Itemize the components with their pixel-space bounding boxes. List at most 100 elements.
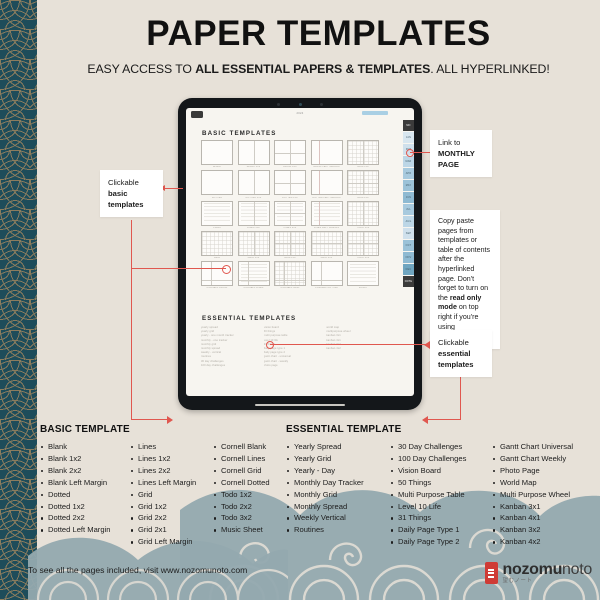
month-tab-nov[interactable]: NOV bbox=[403, 252, 414, 263]
month-tab-jul[interactable]: JUL bbox=[403, 204, 414, 215]
template-thumb-cell[interactable]: BLANK bbox=[201, 140, 233, 168]
template-thumb-row: GRID GRID 1X2 GRID 2X2 GRID 2X1 TODO 2X2 bbox=[201, 230, 379, 260]
callout-clickable-essential: Clickable essential templates bbox=[430, 330, 492, 377]
index-list-item: Grid Left Margin bbox=[130, 536, 213, 548]
template-thumb-cell[interactable]: CORNELL GRID bbox=[274, 261, 306, 289]
template-thumbnail[interactable] bbox=[237, 170, 270, 196]
essential-link-item[interactable]: photo page bbox=[264, 364, 317, 368]
template-thumb-cell[interactable]: BLANK LEFT MARGIN bbox=[310, 140, 343, 169]
template-thumbnail[interactable] bbox=[274, 200, 306, 226]
month-tab-note[interactable]: NOTE bbox=[403, 276, 414, 287]
month-tab-dec[interactable]: DEC bbox=[403, 264, 414, 275]
template-thumb-cell[interactable]: GRID 1X2 bbox=[347, 140, 379, 168]
template-thumb-label: BLANK 1X2 bbox=[246, 166, 261, 169]
template-thumb-cell[interactable]: GRID 2X2 bbox=[347, 170, 379, 199]
template-thumbnail[interactable] bbox=[201, 200, 233, 226]
basic-templates-heading: BASIC TEMPLATES bbox=[202, 130, 277, 137]
index-list-item: Kanban 3x2 bbox=[492, 524, 596, 536]
template-thumb-cell[interactable]: GRID bbox=[201, 230, 233, 260]
brand-subtitle-japanese: 望むノート bbox=[502, 578, 533, 584]
template-thumb-cell[interactable]: GRID 2X1 bbox=[310, 230, 343, 259]
index-list-item: Yearly Spread bbox=[286, 441, 390, 453]
index-list-item: Cornell Dotted bbox=[213, 477, 293, 489]
template-thumb-cell[interactable]: DOTTED 2X2 bbox=[274, 170, 306, 199]
template-thumbnail[interactable] bbox=[310, 261, 343, 287]
template-thumb-cell[interactable]: LINES LEFT MARGIN bbox=[310, 200, 343, 229]
template-thumbnail[interactable] bbox=[201, 230, 233, 256]
template-thumb-cell[interactable]: DOTTED 1X2 bbox=[237, 170, 270, 199]
tablet-camera-dots bbox=[277, 102, 323, 106]
template-thumbnail[interactable] bbox=[201, 140, 233, 165]
template-thumb-label: BLANK LEFT MARGIN bbox=[313, 166, 340, 169]
template-thumb-cell[interactable]: GRID 2X2 bbox=[274, 230, 306, 259]
template-thumbnail[interactable] bbox=[347, 230, 379, 256]
template-thumb-cell[interactable]: LINES 1X2 bbox=[237, 200, 270, 229]
template-thumbnail[interactable] bbox=[274, 230, 306, 256]
template-thumbnail[interactable] bbox=[237, 261, 270, 287]
month-tab-apr[interactable]: APR bbox=[403, 168, 414, 179]
index-list-item: Blank Left Margin bbox=[40, 477, 130, 489]
index-list-item: World Map bbox=[492, 477, 596, 489]
template-thumbnail[interactable] bbox=[347, 200, 379, 226]
template-thumb-label: LINES LEFT MARGIN bbox=[313, 226, 340, 229]
template-thumbnail[interactable] bbox=[237, 200, 270, 226]
template-thumb-cell[interactable]: TODO 2X2 bbox=[347, 230, 379, 260]
template-thumb-cell[interactable]: CORNELL DOTTED bbox=[310, 261, 343, 289]
template-thumbnail[interactable] bbox=[310, 200, 343, 226]
template-thumbnail[interactable] bbox=[274, 170, 306, 196]
month-tab-oct[interactable]: OCT bbox=[403, 240, 414, 251]
month-tab-jun[interactable]: JUN bbox=[403, 192, 414, 203]
index-list-item: Gantt Chart Weekly bbox=[492, 453, 596, 465]
month-tab-mo[interactable]: MO bbox=[403, 120, 414, 131]
template-thumb-cell[interactable]: CORNELL LINES bbox=[237, 261, 270, 289]
month-tab-may[interactable]: MAY bbox=[403, 180, 414, 191]
connector-basic-callout bbox=[163, 188, 183, 190]
template-thumbnail[interactable] bbox=[347, 261, 379, 287]
index-list-item: Routines bbox=[286, 524, 390, 536]
month-tab-rail[interactable]: MO JAN FEB MAR APR MAY JUN JUL AUG SEP OCT NOV DEC NO… bbox=[403, 120, 414, 396]
essential-link-item[interactable]: kanban 4x2 bbox=[326, 347, 379, 351]
template-thumb-label: GRID bbox=[213, 257, 221, 260]
month-tab-aug[interactable]: AUG bbox=[403, 216, 414, 227]
index-list-item: Grid 1x2 bbox=[130, 501, 213, 513]
index-list-item: 100 Day Challenges bbox=[390, 453, 492, 465]
template-thumbnail[interactable] bbox=[310, 170, 343, 196]
index-list-item: Lines Left Margin bbox=[130, 477, 213, 489]
template-thumb-cell[interactable]: MUSIC bbox=[347, 261, 379, 289]
template-thumbnail[interactable] bbox=[274, 261, 306, 287]
template-thumb-label: TODO 2X2 bbox=[356, 257, 370, 260]
template-thumb-cell[interactable]: DOTTED bbox=[201, 170, 233, 199]
template-thumb-cell[interactable]: DOTTED LEFT MARGIN bbox=[310, 170, 343, 199]
index-column: Lines Lines 1x2 Lines 2x2 Lines Left Margin… bbox=[130, 441, 213, 548]
month-tab-jan[interactable]: JAN bbox=[403, 132, 414, 143]
template-thumbnail[interactable] bbox=[237, 140, 270, 165]
template-thumbnail[interactable] bbox=[201, 170, 233, 196]
template-thumbnail[interactable] bbox=[237, 230, 270, 256]
template-thumb-cell[interactable]: GRID 1X2 bbox=[237, 230, 270, 259]
connector-essential-to-list bbox=[428, 419, 461, 421]
month-tab-sep[interactable]: SEP bbox=[403, 228, 414, 239]
arrow-basic-to-list bbox=[167, 415, 173, 424]
template-thumbnail[interactable] bbox=[310, 140, 343, 165]
template-thumb-cell[interactable]: LINES bbox=[201, 200, 233, 229]
template-thumbnail[interactable] bbox=[347, 170, 379, 196]
month-tab-mar[interactable]: MAR bbox=[403, 156, 414, 167]
template-thumbnail[interactable] bbox=[310, 230, 343, 256]
template-thumb-cell[interactable]: LINES 2X2 bbox=[274, 200, 306, 229]
brand-name-bold: nozomu bbox=[502, 561, 563, 578]
index-list-item: 50 Things bbox=[390, 477, 492, 489]
essential-link-item[interactable]: 100 day challenges bbox=[201, 364, 254, 368]
template-thumb-cell[interactable]: TODO 1X2 bbox=[347, 200, 379, 229]
callout-essential-line3: templates bbox=[438, 360, 474, 369]
template-thumb-label: GRID 2X2 bbox=[357, 196, 369, 199]
subtitle-post: . ALL HYPERLINKED! bbox=[430, 62, 550, 76]
callout-monthly-line2: MONTHLY bbox=[438, 149, 475, 158]
template-thumb-label: DOTTED 2X2 bbox=[282, 196, 298, 199]
arrow-essential-to-list bbox=[422, 415, 428, 424]
template-thumbnail[interactable] bbox=[274, 140, 306, 165]
template-thumb-cell[interactable]: BLANK 2X2 bbox=[274, 140, 306, 168]
essential-templates-heading: ESSENTIAL TEMPLATES bbox=[202, 315, 297, 322]
template-thumb-cell[interactable]: BLANK 1X2 bbox=[237, 140, 270, 169]
template-thumbnail[interactable] bbox=[347, 140, 379, 165]
callout-essential-line2: essential bbox=[438, 349, 471, 358]
